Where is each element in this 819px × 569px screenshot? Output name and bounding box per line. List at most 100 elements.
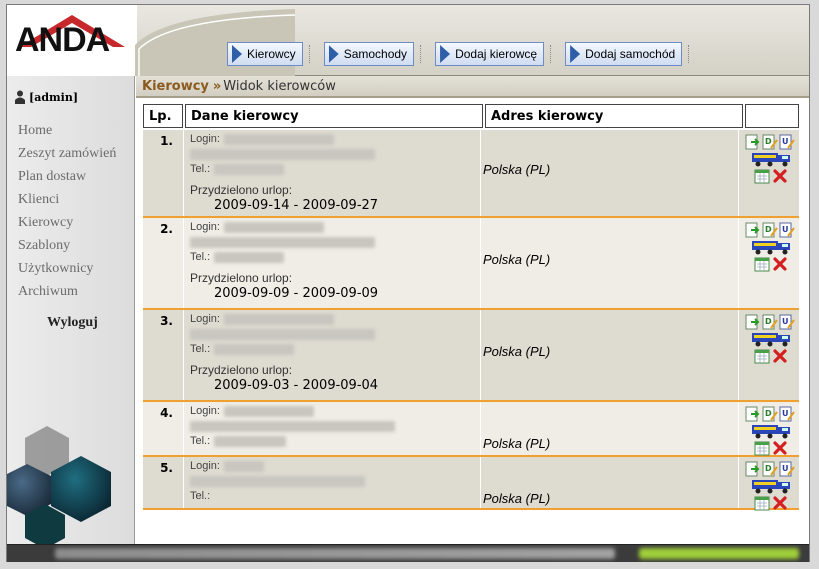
nav-button-samochody[interactable]: Samochody [323,42,415,66]
redacted-name [190,420,395,432]
export-icon[interactable] [745,461,761,477]
row-actions: DU [739,402,797,456]
calendar-icon[interactable] [754,256,770,272]
user-edit-icon[interactable]: U [779,461,795,477]
export-icon[interactable] [745,406,761,422]
redacted-name [190,236,375,248]
sidebar-item-kierowcy[interactable]: Kierowcy [18,213,116,236]
truck-icon[interactable] [751,239,793,255]
breadcrumb: Kierowcy » Widok kierowców [136,76,809,98]
nav-label: Kierowcy [247,47,296,61]
driver-address-cell: Polska (PL) [481,130,739,216]
breadcrumb-current: Widok kierowców [223,78,336,94]
sidebar-item-zeszyt-zamowien[interactable]: Zeszyt zamówień [18,144,116,167]
truck-icon[interactable] [751,331,793,347]
nav-button-dodaj-kierowce[interactable]: Dodaj kierowcę [435,42,545,66]
table-row: 3. Login: Tel.: Przydzielono urlop: 2009… [143,310,799,402]
row-actions: DU [739,457,797,511]
truck-icon[interactable] [751,478,793,494]
login-label: Login: [190,221,220,233]
calendar-icon[interactable] [754,440,770,456]
leave-label: Przydzielono urlop: [190,183,293,197]
table-row: 2. Login: Tel.: Przydzielono urlop: 2009… [143,218,799,310]
logo[interactable]: ANDA [7,5,137,76]
truck-icon[interactable] [751,151,793,167]
calendar-icon[interactable] [754,348,770,364]
breadcrumb-root[interactable]: Kierowcy [142,79,209,94]
user-edit-icon[interactable]: U [779,134,795,150]
footer-contact-redacted [55,548,615,559]
calendar-icon[interactable] [754,495,770,511]
leave-dates: 2009-09-14 - 2009-09-27 [214,198,379,213]
column-header-actions [745,104,799,128]
svg-text:U: U [782,225,789,234]
sidebar: [admin] Home Zeszyt zamówień Plan dostaw… [7,76,135,544]
user-edit-icon[interactable]: U [779,314,795,330]
delete-icon[interactable] [772,495,788,511]
nav-button-kierowcy[interactable]: Kierowcy [227,42,303,66]
delete-icon[interactable] [772,168,788,184]
delete-icon[interactable] [772,440,788,456]
sidebar-item-szablony[interactable]: Szablony [18,236,116,259]
header: ANDA Kierowcy Samochody Dodaj kierowcę D… [7,5,809,76]
document-edit-icon[interactable]: D [762,314,778,330]
table-row: 5. Login: Tel.: Polska (PL) DU [143,457,799,511]
column-header-driver-data: Dane kierowcy [185,104,483,128]
svg-text:D: D [765,317,772,326]
calendar-icon[interactable] [754,168,770,184]
leave-label: Przydzielono urlop: [190,363,293,377]
row-number: 5. [160,461,173,475]
address-text: Polska (PL) [483,491,551,506]
redacted-login [223,405,314,417]
sidebar-item-uzytkownicy[interactable]: Użytkownicy [18,259,116,282]
drivers-table: Lp. Dane kierowcy Adres kierowcy 1. Logi… [143,104,799,511]
export-icon[interactable] [745,134,761,150]
nav-button-dodaj-samochod[interactable]: Dodaj samochód [565,42,683,66]
sidebar-item-plan-dostaw[interactable]: Plan dostaw [18,167,116,190]
driver-data-cell: Login: Tel.: Przydzielono urlop: 2009-09… [183,130,481,216]
sidebar-item-home[interactable]: Home [18,121,116,144]
tel-label: Tel.: [190,343,211,355]
table-row: 1. Login: Tel.: Przydzielono urlop: 2009… [143,130,799,218]
export-icon[interactable] [745,314,761,330]
driver-data-cell: Login: Tel.: Przydzielono urlop: 2009-09… [183,310,481,400]
arrow-right-icon [232,45,242,63]
redacted-name [190,475,365,487]
user-edit-icon[interactable]: U [779,406,795,422]
nav-label: Dodaj samochód [585,47,676,61]
sidebar-item-klienci[interactable]: Klienci [18,190,116,213]
svg-text:D: D [765,409,772,418]
redacted-phone [214,343,295,355]
row-actions: DU [739,310,797,400]
login-label: Login: [190,405,220,417]
table-header: Lp. Dane kierowcy Adres kierowcy [143,104,799,128]
driver-data-cell: Login: Tel.: [183,402,481,455]
document-edit-icon[interactable]: D [762,134,778,150]
delete-icon[interactable] [772,256,788,272]
delete-icon[interactable] [772,348,788,364]
redacted-login [223,133,334,145]
document-edit-icon[interactable]: D [762,461,778,477]
leave-label: Przydzielono urlop: [190,271,293,285]
user-icon [15,90,25,104]
address-text: Polska (PL) [483,344,551,359]
tel-label: Tel.: [190,435,211,447]
sidebar-item-archiwum[interactable]: Archiwum [18,282,116,305]
truck-icon[interactable] [751,423,793,439]
arrow-right-icon [328,45,339,63]
document-edit-icon[interactable]: D [762,406,778,422]
footer-link-redacted[interactable] [639,548,799,559]
export-icon[interactable] [745,222,761,238]
arrow-right-icon [570,45,581,63]
breadcrumb-separator-icon: » [212,78,222,94]
current-user: [admin] [15,90,78,104]
username: [admin] [29,90,79,104]
row-actions: DU [739,218,797,308]
logout-link[interactable]: Wyloguj [47,315,98,331]
driver-address-cell: Polska (PL) [481,402,739,455]
document-edit-icon[interactable]: D [762,222,778,238]
row-number: 4. [160,406,173,420]
user-edit-icon[interactable]: U [779,222,795,238]
redacted-name [190,328,375,340]
tel-label: Tel.: [190,163,211,175]
